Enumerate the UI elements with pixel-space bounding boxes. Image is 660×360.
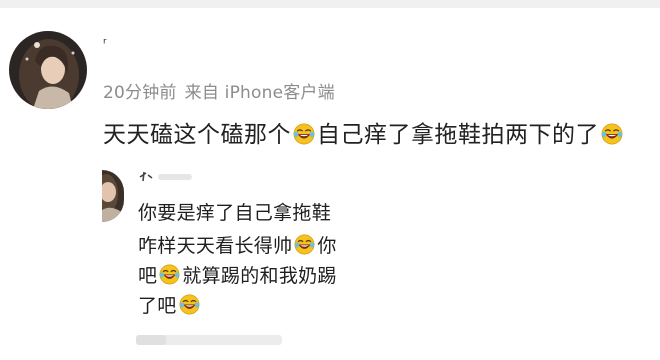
user-avatar[interactable] <box>9 31 87 109</box>
reply-meta-blurred <box>136 331 282 345</box>
avatar-portrait-icon <box>9 31 87 109</box>
laughing-emoji-icon <box>293 123 315 145</box>
reply-line-3-a: 吧 <box>138 265 158 287</box>
blurred-name-mark <box>139 171 192 182</box>
top-divider <box>0 0 660 8</box>
reply-text: 你要是痒了自己拿拖鞋 咋样天天看长得帅 你 吧 就算踢的和我奶踢 了吧 <box>138 198 356 322</box>
reply-line-4: 了吧 <box>138 291 202 318</box>
reply-line-2-tail: 你 <box>317 235 337 257</box>
laughing-emoji-icon <box>294 234 315 255</box>
comment-part-2: 自己痒了拿拖鞋拍两下的了 <box>317 122 599 148</box>
blurred-meta-bar <box>136 335 282 345</box>
laughing-emoji-icon <box>601 123 623 145</box>
comment-text: 天天磕这个磕那个 自己痒了拿拖鞋拍两下的了 <box>103 115 625 149</box>
comment-part-1: 天天磕这个磕那个 <box>103 122 291 148</box>
reply-line-2: 咋样天天看长得帅 你 <box>138 231 337 258</box>
reply-line-2-text: 咋样天天看长得帅 <box>138 235 293 257</box>
username[interactable]: ʳ <box>103 36 107 52</box>
post-source[interactable]: 来自 iPhone客户端 <box>185 83 335 103</box>
laughing-emoji-icon <box>159 264 180 285</box>
reply-username-blurred <box>138 168 208 182</box>
reply-line-4-text: 了吧 <box>138 295 177 317</box>
reply-avatar[interactable] <box>102 170 124 222</box>
post-time: 20分钟前 <box>103 83 177 103</box>
reply-avatar-portrait-icon <box>102 170 124 222</box>
reply-line-1-text: 你要是痒了自己拿拖鞋 <box>138 202 332 224</box>
reply-line-1: 你要是痒了自己拿拖鞋 <box>138 198 331 225</box>
post-meta: 20分钟前 来自 iPhone客户端 <box>103 78 343 103</box>
reply-line-3: 吧 就算踢的和我奶踢 <box>138 261 337 288</box>
reply-line-3-b: 就算踢的和我奶踢 <box>182 265 337 287</box>
laughing-emoji-icon <box>179 294 200 315</box>
